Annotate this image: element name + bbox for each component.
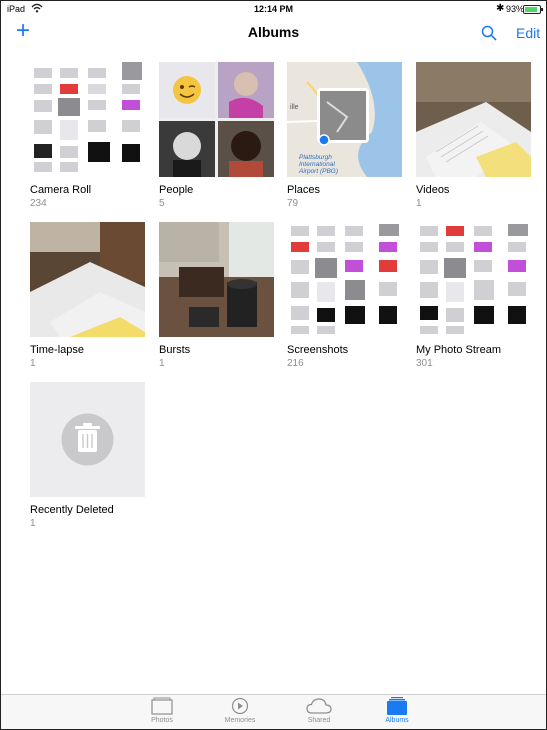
album-thumbnail	[416, 62, 531, 177]
album-name: Recently Deleted	[30, 504, 114, 516]
album-my-photo-stream[interactable]: My Photo Stream 301	[416, 222, 531, 369]
album-count: 1	[30, 518, 36, 529]
album-count: 1	[416, 198, 422, 209]
tab-shared[interactable]: Shared	[289, 697, 349, 724]
album-name: Screenshots	[287, 344, 349, 356]
album-name: Videos	[416, 184, 450, 196]
navigation-bar: + Albums Edit	[1, 17, 546, 49]
album-screenshots[interactable]: Screenshots 216	[287, 222, 402, 369]
albums-icon	[387, 697, 407, 715]
album-thumbnail	[159, 222, 274, 337]
battery-percent: 93%	[506, 4, 525, 14]
album-thumbnail	[287, 222, 402, 337]
memories-icon	[231, 697, 249, 715]
tab-label: Shared	[307, 717, 331, 724]
status-bar: iPad 12:14 PM ✱ 93%	[1, 1, 546, 17]
album-name: Bursts	[159, 344, 191, 356]
battery-icon	[523, 5, 543, 14]
album-thumbnail	[30, 62, 145, 177]
ipad-screen: iPad 12:14 PM ✱ 93% + Albums Edit Camera…	[0, 0, 547, 730]
album-name: Camera Roll	[30, 184, 92, 196]
album-count: 301	[416, 358, 433, 369]
album-count: 79	[287, 198, 299, 209]
album-thumbnail	[30, 222, 145, 337]
page-title: Albums	[247, 24, 300, 40]
album-count: 5	[159, 198, 165, 209]
album-count: 1	[159, 358, 165, 369]
album-people[interactable]: People 5	[159, 62, 274, 209]
map-airport-label: Plattsburgh International Airport (PBG)	[299, 154, 339, 175]
album-name: Time-lapse	[30, 344, 84, 356]
album-bursts[interactable]: Bursts 1	[159, 222, 274, 369]
album-videos[interactable]: Videos 1	[416, 62, 531, 209]
album-name: Places	[287, 184, 321, 196]
album-time-lapse[interactable]: Time-lapse 1	[30, 222, 145, 369]
album-count: 234	[30, 198, 47, 209]
album-thumbnail	[159, 62, 274, 177]
album-places[interactable]: ille Plattsburgh International Airport (…	[287, 62, 402, 209]
album-count: 216	[287, 358, 304, 369]
album-recently-deleted[interactable]: Recently Deleted 1	[30, 382, 145, 529]
tab-albums[interactable]: Albums	[367, 697, 427, 724]
tab-label: Memories	[224, 717, 256, 724]
tab-label: Photos	[151, 717, 173, 724]
tab-label: Albums	[385, 717, 409, 724]
trash-icon	[61, 413, 114, 466]
album-thumbnail	[416, 222, 531, 337]
status-time: 12:14 PM	[253, 4, 294, 14]
edit-button[interactable]: Edit	[516, 25, 540, 41]
photos-icon	[151, 697, 173, 715]
bluetooth-icon: ✱	[496, 3, 505, 14]
album-camera-roll[interactable]: Camera Roll 234	[30, 62, 145, 209]
tab-bar: Photos Memories Shared Albums	[1, 694, 546, 729]
tab-photos[interactable]: Photos	[132, 697, 192, 724]
map-fragment-label: ille	[290, 104, 299, 111]
album-name: My Photo Stream	[416, 344, 501, 356]
album-thumbnail: ille Plattsburgh International Airport (…	[287, 62, 402, 177]
tab-memories[interactable]: Memories	[210, 697, 270, 724]
search-icon[interactable]	[481, 25, 497, 41]
album-thumbnail	[30, 382, 145, 497]
cloud-icon	[306, 698, 332, 714]
album-name: People	[159, 184, 194, 196]
album-count: 1	[30, 358, 36, 369]
